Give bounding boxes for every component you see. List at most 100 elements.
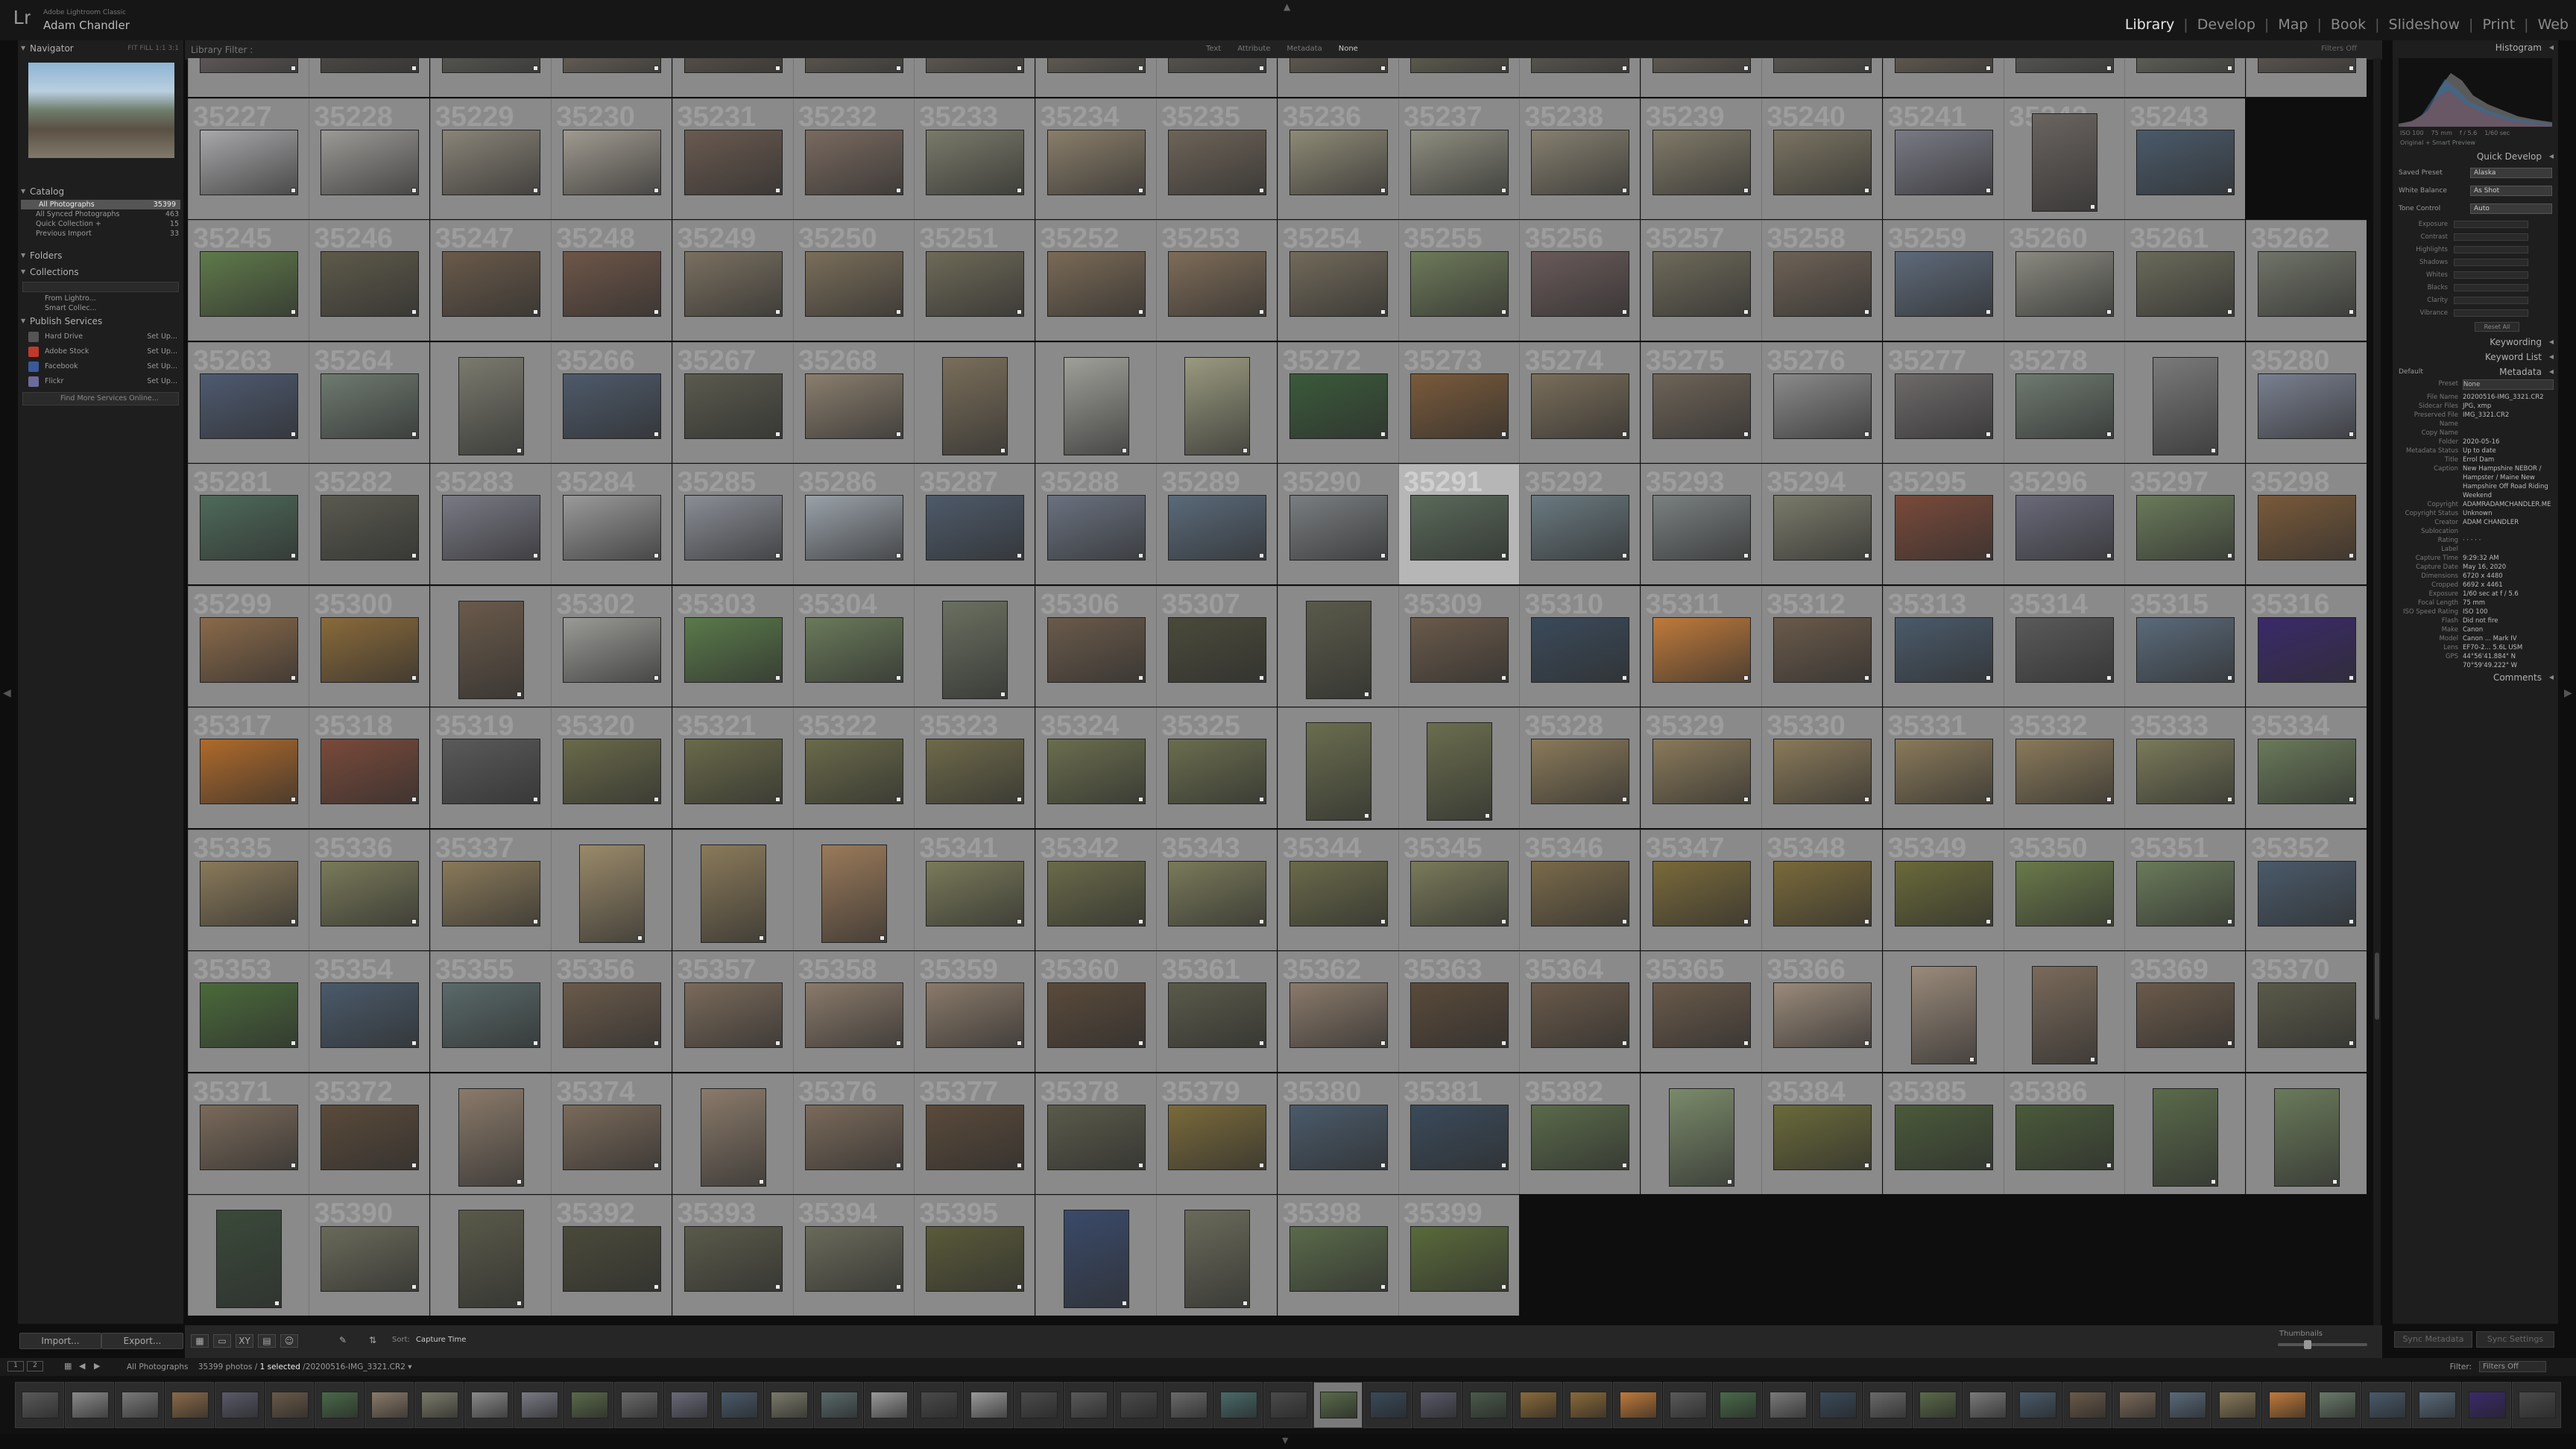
histogram-header[interactable]: Histogram: [2393, 40, 2558, 55]
metadata-badge-icon[interactable]: [411, 187, 417, 193]
catalog-item[interactable]: All Synced Photographs 463: [18, 209, 183, 219]
filmstrip-thumbnail[interactable]: [271, 1392, 309, 1418]
metadata-badge-icon[interactable]: [1017, 1162, 1023, 1168]
grid-cell[interactable]: [309, 58, 430, 97]
photo-thumbnail[interactable]: [1046, 129, 1146, 195]
photo-thumbnail[interactable]: [1531, 251, 1630, 317]
photo-thumbnail[interactable]: [1168, 860, 1267, 926]
filmstrip-cell[interactable]: [564, 1382, 613, 1428]
filmstrip-cell[interactable]: [2312, 1382, 2361, 1428]
filmstrip-thumbnail[interactable]: [671, 1392, 708, 1418]
grid-cell[interactable]: 35292: [1519, 464, 1641, 584]
filmstrip-thumbnail[interactable]: [1370, 1392, 1407, 1418]
filmstrip-thumbnail[interactable]: [421, 1392, 458, 1418]
tone-adjust-buttons[interactable]: [2454, 258, 2528, 266]
photo-thumbnail[interactable]: [1410, 860, 1509, 926]
photo-thumbnail[interactable]: [563, 251, 662, 317]
grid-cell[interactable]: [429, 585, 551, 707]
metadata-badge-icon[interactable]: [1985, 918, 1991, 924]
grid-cell[interactable]: 35322: [793, 707, 914, 828]
filmstrip-cell[interactable]: [914, 1382, 963, 1428]
grid-cell[interactable]: 35289: [1156, 464, 1278, 584]
grid-cell[interactable]: 35332: [2004, 707, 2124, 828]
filmstrip-thumbnail[interactable]: [371, 1392, 408, 1418]
photo-thumbnail[interactable]: [1773, 1104, 1872, 1170]
metadata-badge-icon[interactable]: [2090, 203, 2095, 209]
grid-cell[interactable]: 35354: [309, 951, 430, 1072]
filmstrip-cell[interactable]: [414, 1382, 464, 1428]
filmstrip-thumbnail[interactable]: [1869, 1392, 1907, 1418]
filmstrip-source-info[interactable]: All Photographs 35399 photos / 1 selecte…: [127, 1363, 412, 1371]
metadata-badge-icon[interactable]: [1622, 675, 1628, 681]
grid-cell[interactable]: 35348: [1761, 829, 1883, 950]
grid-cell[interactable]: 35268: [793, 341, 914, 463]
photo-thumbnail[interactable]: [563, 1226, 662, 1292]
photo-thumbnail[interactable]: [321, 373, 420, 439]
filmstrip-cell[interactable]: [1213, 1382, 1263, 1428]
metadata-badge-icon[interactable]: [1985, 66, 1991, 71]
metadata-badge-icon[interactable]: [1380, 918, 1386, 924]
metadata-badge-icon[interactable]: [1743, 187, 1749, 193]
photo-thumbnail[interactable]: [684, 129, 783, 195]
photo-thumbnail[interactable]: [1289, 860, 1388, 926]
metadata-badge-icon[interactable]: [516, 1178, 522, 1184]
metadata-value[interactable]: May 16, 2020: [2463, 563, 2554, 572]
grid-cell[interactable]: 35284: [551, 464, 672, 584]
grid-view-icon[interactable]: ▦: [191, 1334, 209, 1348]
grid-cell[interactable]: 35307: [1156, 585, 1278, 707]
photo-thumbnail[interactable]: [1773, 739, 1872, 804]
photo-thumbnail[interactable]: [684, 982, 783, 1048]
photo-thumbnail[interactable]: [2257, 373, 2356, 439]
photo-thumbnail[interactable]: [2136, 982, 2235, 1048]
grid-cell[interactable]: 35274: [1519, 341, 1641, 463]
filmstrip-thumbnail[interactable]: [1770, 1392, 1807, 1418]
metadata-badge-icon[interactable]: [516, 447, 522, 453]
photo-thumbnail[interactable]: [1652, 129, 1751, 195]
metadata-badge-icon[interactable]: [1501, 187, 1506, 193]
metadata-badge-icon[interactable]: [2106, 66, 2112, 71]
photo-thumbnail[interactable]: [805, 1226, 903, 1292]
filmstrip-thumbnail[interactable]: [2369, 1392, 2406, 1418]
metadata-badge-icon[interactable]: [2106, 918, 2112, 924]
filmstrip-cell[interactable]: [1563, 1382, 1612, 1428]
metadata-badge-icon[interactable]: [1137, 918, 1143, 924]
photo-thumbnail[interactable]: [1046, 251, 1146, 317]
grid-cell[interactable]: [793, 58, 914, 97]
publish-service-facebook[interactable]: Facebook Set Up...: [18, 359, 183, 374]
grid-cell[interactable]: 35285: [672, 464, 793, 584]
grid-cell[interactable]: 35291: [1398, 464, 1519, 584]
photo-thumbnail[interactable]: [1410, 1226, 1509, 1292]
grid-cell[interactable]: 35277: [1882, 341, 2004, 463]
grid-cell[interactable]: 35366: [1761, 951, 1883, 1072]
metadata-badge-icon[interactable]: [1622, 1162, 1628, 1168]
metadata-value[interactable]: 2020-05-16: [2463, 438, 2554, 446]
grid-cell[interactable]: [551, 58, 672, 97]
metadata-badge-icon[interactable]: [1259, 1162, 1265, 1168]
photo-thumbnail[interactable]: [1894, 129, 1993, 195]
metadata-badge-icon[interactable]: [1380, 309, 1386, 315]
photo-thumbnail[interactable]: [805, 129, 903, 195]
photo-thumbnail[interactable]: [458, 1087, 524, 1187]
grid-cell[interactable]: 35233: [914, 98, 1035, 219]
grid-cell[interactable]: [188, 1195, 309, 1316]
grid-cell[interactable]: 35384: [1761, 1073, 1883, 1194]
grid-cell[interactable]: 35312: [1761, 585, 1883, 707]
filmstrip-thumbnail[interactable]: [571, 1392, 608, 1418]
metadata-badge-icon[interactable]: [1363, 691, 1369, 697]
grid-cell[interactable]: 35248: [551, 220, 672, 341]
metadata-badge-icon[interactable]: [2348, 918, 2354, 924]
grid-cell[interactable]: [1277, 58, 1398, 97]
grid-cell[interactable]: 35251: [914, 220, 1035, 341]
folders-header[interactable]: Folders: [18, 247, 183, 264]
metadata-value[interactable]: JPG, xmp: [2463, 402, 2554, 411]
metadata-badge-icon[interactable]: [2106, 797, 2112, 802]
tone-adjust-buttons[interactable]: [2454, 296, 2528, 304]
metadata-badge-icon[interactable]: [1622, 187, 1628, 193]
photo-thumbnail[interactable]: [441, 982, 540, 1048]
filmstrip-cell[interactable]: [614, 1382, 663, 1428]
metadata-badge-icon[interactable]: [291, 309, 296, 315]
collection-set[interactable]: Smart Collec...: [18, 303, 183, 313]
grid-cell[interactable]: 35342: [1035, 829, 1156, 950]
photo-thumbnail[interactable]: [1652, 495, 1751, 561]
grid-cell[interactable]: 35286: [793, 464, 914, 584]
